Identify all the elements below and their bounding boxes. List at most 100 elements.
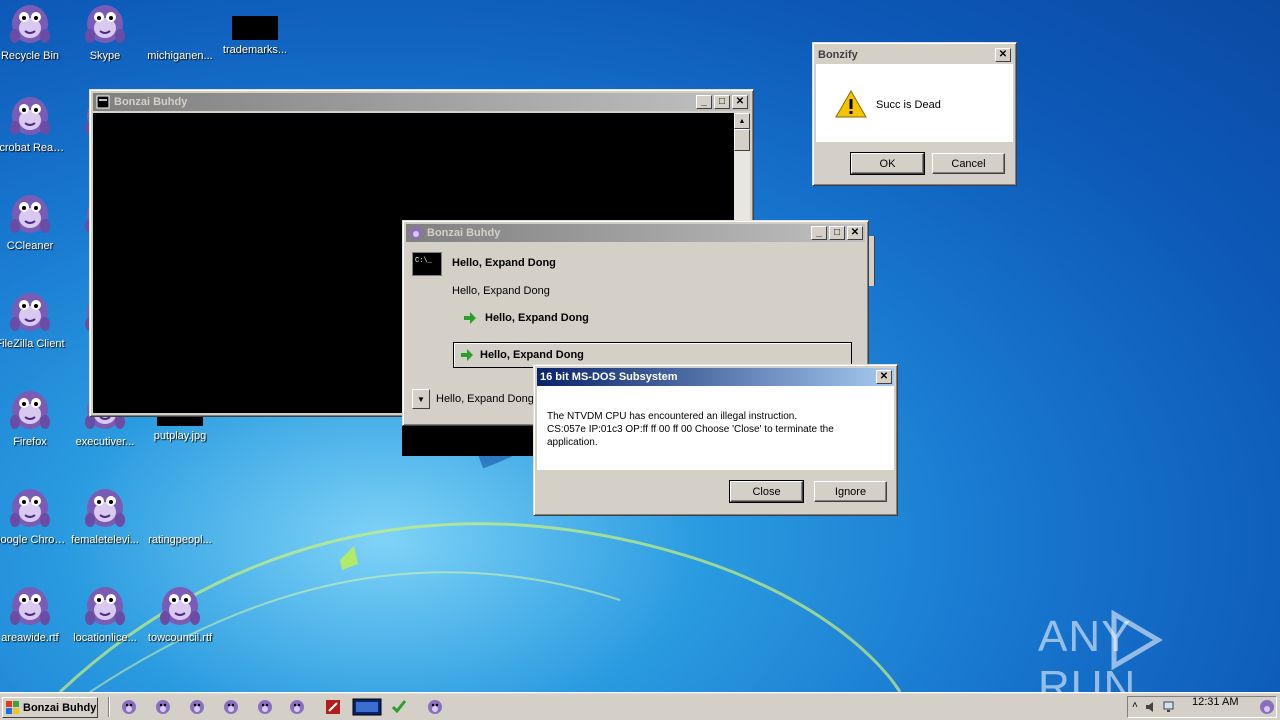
svg-text:C:\_: C:\_ — [415, 257, 433, 265]
desktop-icon-label: putplay.jpg — [153, 430, 207, 442]
ok-button[interactable]: OK — [850, 152, 925, 175]
desktop-icon-label: Firefox — [13, 436, 47, 448]
bonzify-message: Succ is Dead — [876, 99, 941, 111]
show-hidden-icon[interactable]: ˄ — [1132, 700, 1138, 711]
bonzi-gorilla-icon — [160, 587, 200, 625]
start-label: Bonzai Buhdy — [23, 701, 97, 714]
desktop-icon-label: trademarks... — [222, 44, 288, 56]
bonzi-taskbar-icon[interactable] — [188, 698, 206, 716]
desktop-icon-label: michiganen... — [147, 50, 213, 62]
blank-file-icon — [142, 0, 218, 46]
desktop-icon-label: ratingpeopl... — [148, 534, 212, 546]
console-title: Bonzai Buhdy — [114, 96, 188, 108]
console-app-icon — [96, 95, 110, 109]
window-taskbar-icon[interactable] — [352, 698, 382, 716]
desktop-icon[interactable]: Firefox — [0, 386, 68, 449]
bonzi-gorilla-icon — [85, 489, 125, 527]
desktop-icon[interactable]: femaletelevi... — [67, 484, 143, 547]
desktop-icon[interactable]: Skype — [67, 0, 143, 63]
warning-icon — [835, 90, 867, 118]
maximize-button[interactable]: □ — [829, 226, 845, 240]
bonzi-taskbar-icon[interactable] — [222, 698, 240, 716]
ntvdm-titlebar[interactable]: 16 bit MS-DOS Subsystem ✕ — [537, 368, 894, 386]
bonzify-dialog[interactable]: Bonzify ✕ Succ is Dead OK Cancel — [812, 42, 1017, 186]
desktop-icon[interactable]: areawide.rtf — [0, 582, 68, 645]
image-thumbnail-icon — [232, 16, 278, 40]
task-heading: Hello, Expand Dong — [452, 257, 556, 269]
ignore-button[interactable]: Ignore — [814, 481, 887, 502]
ntvdm-dialog[interactable]: 16 bit MS-DOS Subsystem ✕ The NTVDM CPU … — [533, 364, 898, 516]
desktop-icon[interactable]: FileZilla Client — [0, 288, 68, 351]
taskbar-separator — [108, 697, 110, 717]
start-button[interactable]: Bonzai Buhdy — [2, 697, 98, 718]
scroll-thumb[interactable] — [734, 129, 750, 151]
minimize-button[interactable]: _ — [811, 226, 827, 240]
desktop-icon-label: CCleaner — [6, 240, 54, 252]
bonzi-gorilla-icon — [10, 293, 50, 331]
close-button[interactable]: ✕ — [847, 226, 863, 240]
windows-logo-icon — [6, 700, 19, 714]
blank-file-icon — [142, 484, 218, 530]
desktop-icon[interactable]: ratingpeopl... — [142, 484, 218, 547]
chevron-down-icon: ▼ — [417, 394, 425, 404]
task-title: Bonzai Buhdy — [427, 227, 501, 239]
close-button[interactable]: ✕ — [876, 370, 892, 384]
bonzify-titlebar[interactable]: Bonzify ✕ — [816, 46, 1013, 64]
app-taskbar-icon[interactable] — [324, 698, 342, 716]
desktop-icon[interactable]: Acrobat Reader DC — [0, 92, 68, 155]
expando-button[interactable]: ▼ — [412, 389, 430, 409]
bonzi-taskbar-icon[interactable] — [288, 698, 306, 716]
ntvdm-message: The NTVDM CPU has encountered an illegal… — [547, 411, 834, 448]
command-prompt-icon: C:\_ — [412, 252, 442, 276]
bonzi-gorilla-icon — [10, 97, 50, 135]
task-titlebar[interactable]: Bonzai Buhdy _ □ ✕ — [406, 224, 865, 242]
close-button[interactable]: ✕ — [995, 48, 1011, 62]
bonzi-tray-icon[interactable] — [1258, 698, 1276, 716]
minimize-button[interactable]: _ — [696, 95, 712, 109]
desktop-icon-label: Skype — [89, 50, 121, 62]
taskbar: Bonzai Buhdy ˄ 12:31 AM — [0, 692, 1280, 720]
desktop-icon-label: areawide.rtf — [1, 632, 59, 644]
green-arrow-icon — [461, 349, 473, 361]
bonzi-taskbar-icon[interactable] — [154, 698, 172, 716]
close-dialog-button[interactable]: Close — [729, 480, 804, 503]
bonzi-gorilla-icon — [10, 5, 50, 43]
desktop-icon[interactable]: Recycle Bin — [0, 0, 68, 63]
desktop-icon[interactable]: locationlice... — [67, 582, 143, 645]
task-footer: Hello, Expand Dong — [436, 393, 534, 405]
volume-icon[interactable] — [1144, 700, 1158, 714]
desktop-icon[interactable]: Google Chrome — [0, 484, 68, 547]
close-button[interactable]: ✕ — [732, 95, 748, 109]
cancel-button[interactable]: Cancel — [932, 153, 1005, 174]
anyrun-play-logo — [1111, 610, 1163, 670]
bonzi-taskbar-icon[interactable] — [120, 698, 138, 716]
desktop-icon[interactable]: trademarks... — [217, 0, 293, 57]
command-link-1[interactable]: Hello, Expand Dong — [463, 311, 589, 325]
network-icon[interactable] — [1162, 700, 1178, 714]
bonzi-gorilla-icon — [85, 5, 125, 43]
maximize-button[interactable]: □ — [714, 95, 730, 109]
desktop-icon-label: Recycle Bin — [0, 50, 60, 62]
bonzi-gorilla-icon — [10, 195, 50, 233]
bonzi-taskbar-icon[interactable] — [426, 698, 444, 716]
clock[interactable]: 12:31 AM — [1192, 696, 1238, 708]
bonzi-app-icon — [410, 227, 422, 239]
desktop-icon-label: FileZilla Client — [0, 338, 65, 350]
desktop-icon[interactable]: CCleaner — [0, 190, 68, 253]
ntvdm-title: 16 bit MS-DOS Subsystem — [540, 371, 678, 383]
task-window-edge — [869, 236, 875, 286]
desktop-icon[interactable]: michiganen... — [142, 0, 218, 63]
command-link-1-label: Hello, Expand Dong — [485, 312, 589, 324]
console-titlebar[interactable]: Bonzai Buhdy _ □ ✕ — [93, 93, 750, 111]
system-tray: ˄ 12:31 AM — [1127, 696, 1277, 718]
bonzi-taskbar-icon[interactable] — [256, 698, 274, 716]
desktop-icon-label: Google Chrome — [0, 534, 68, 546]
desktop-icon[interactable]: towcouncil.rtf — [142, 582, 218, 645]
command-link-2-label: Hello, Expand Dong — [480, 349, 584, 361]
bonzify-title: Bonzify — [818, 49, 858, 61]
desktop-icon-label: femaletelevi... — [71, 534, 139, 546]
checkmark-taskbar-icon[interactable] — [390, 698, 408, 716]
task-subtext: Hello, Expand Dong — [452, 285, 550, 297]
bonzi-gorilla-icon — [10, 489, 50, 527]
scroll-up-icon[interactable]: ▲ — [734, 113, 750, 129]
